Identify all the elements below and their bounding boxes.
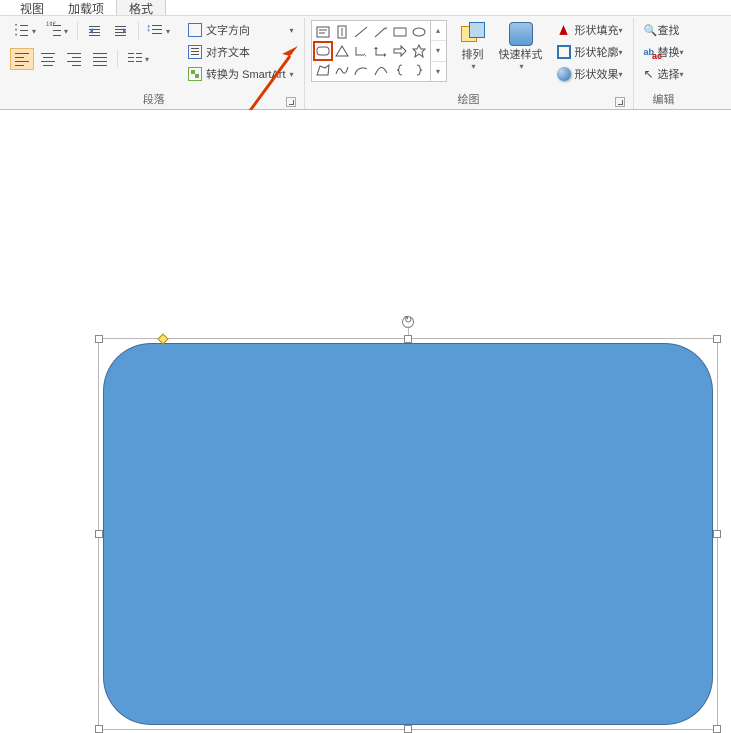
canvas[interactable]	[0, 110, 731, 630]
drawing-group-label: 绘图	[311, 91, 627, 109]
convert-smartart-label: 转换为 SmartArt	[206, 66, 285, 82]
group-paragraph: ▾ ▾ ▾	[4, 18, 305, 109]
quick-styles-button[interactable]: 快速样式 ▾	[493, 20, 549, 73]
ribbon: ▾ ▾ ▾	[0, 16, 731, 110]
quick-styles-label: 快速样式	[499, 46, 543, 62]
arrange-icon	[459, 22, 487, 46]
shapes-gallery[interactable]: ▴ ▾ ▾	[311, 20, 447, 82]
shape-curve[interactable]	[371, 61, 390, 80]
shape-left-brace[interactable]	[390, 61, 409, 80]
convert-smartart-button[interactable]: 转换为 SmartArt ▾	[184, 64, 297, 84]
resize-handle-br[interactable]	[713, 725, 721, 733]
quick-styles-icon	[509, 22, 533, 46]
select-label: 选择	[658, 66, 680, 82]
resize-handle-bm[interactable]	[404, 725, 412, 733]
tab-format[interactable]: 格式	[116, 0, 166, 15]
paragraph-group-label: 段落	[10, 91, 298, 109]
shape-outline-icon	[557, 45, 571, 59]
shape-effects-icon	[557, 67, 571, 81]
replace-icon	[644, 46, 658, 58]
shape-freeform[interactable]	[313, 61, 333, 80]
find-button[interactable]: 查找	[640, 20, 688, 40]
shape-scribble[interactable]	[333, 61, 352, 80]
shape-fill-icon	[557, 23, 571, 37]
increase-indent-button[interactable]	[109, 20, 133, 42]
resize-handle-ml[interactable]	[95, 530, 103, 538]
shape-rectangle[interactable]	[390, 22, 409, 41]
shape-textbox[interactable]	[313, 22, 333, 41]
shape-fill-label: 形状填充	[575, 22, 619, 38]
align-left-button[interactable]	[10, 48, 34, 70]
resize-handle-bl[interactable]	[95, 725, 103, 733]
resize-handle-tm[interactable]	[404, 335, 412, 343]
shape-right-brace[interactable]	[409, 61, 428, 80]
bullets-button[interactable]: ▾	[10, 20, 40, 42]
resize-handle-mr[interactable]	[713, 530, 721, 538]
align-text-button[interactable]: 对齐文本 ▾	[184, 42, 297, 62]
shape-arc[interactable]	[352, 61, 371, 80]
align-center-button[interactable]	[36, 48, 60, 70]
arrange-label: 排列	[462, 46, 484, 62]
select-icon	[644, 67, 658, 81]
shape-triangle[interactable]	[333, 41, 352, 60]
resize-handle-tl[interactable]	[95, 335, 103, 343]
drawing-dialog-launcher[interactable]	[615, 97, 625, 107]
line-spacing-button[interactable]: ▾	[144, 20, 174, 42]
smartart-icon	[188, 67, 202, 81]
shape-elbow-double-arrow[interactable]	[371, 41, 390, 60]
shape-arrow-line[interactable]	[371, 22, 390, 41]
shape-fill-button[interactable]: 形状填充 ▾	[553, 20, 627, 40]
align-text-label: 对齐文本	[206, 44, 250, 60]
shape-line[interactable]	[352, 22, 371, 41]
align-justify-button[interactable]	[88, 48, 112, 70]
rotate-handle[interactable]	[402, 316, 414, 328]
tab-view[interactable]: 视图	[8, 0, 56, 15]
replace-button[interactable]: 替换 ▾	[640, 42, 688, 62]
selection-outline	[98, 338, 718, 730]
find-icon	[644, 24, 658, 37]
shape-outline-button[interactable]: 形状轮廓 ▾	[553, 42, 627, 62]
resize-handle-tr[interactable]	[713, 335, 721, 343]
align-text-icon	[188, 45, 202, 59]
group-drawing: ▴ ▾ ▾ 排列 ▾ 快速样式 ▾ 形状填充 ▾	[305, 18, 634, 109]
selected-rounded-rectangle[interactable]	[98, 338, 718, 730]
editing-group-label: 编辑	[640, 91, 688, 109]
align-right-button[interactable]	[62, 48, 86, 70]
shape-textbox-vertical[interactable]	[333, 22, 352, 41]
shape-star[interactable]	[409, 41, 428, 60]
shape-block-arrow-right[interactable]	[390, 41, 409, 60]
arrange-button[interactable]: 排列 ▾	[453, 20, 493, 73]
rounded-rectangle-shape[interactable]	[103, 343, 713, 725]
shape-oval[interactable]	[409, 22, 428, 41]
shape-elbow-arrow[interactable]	[352, 41, 371, 60]
numbering-button[interactable]: ▾	[42, 20, 72, 42]
paragraph-dialog-launcher[interactable]	[286, 97, 296, 107]
columns-button[interactable]: ▾	[123, 48, 153, 70]
shape-effects-label: 形状效果	[575, 66, 619, 82]
text-direction-icon	[188, 23, 202, 37]
tab-addin[interactable]: 加载项	[56, 0, 116, 15]
group-editing: 查找 替换 ▾ 选择 ▾ 编辑	[634, 18, 694, 109]
gallery-scroll-down[interactable]: ▾	[431, 41, 446, 61]
shape-rounded-rectangle[interactable]	[313, 41, 333, 60]
gallery-scroll-up[interactable]: ▴	[431, 21, 446, 41]
text-direction-label: 文字方向	[206, 22, 250, 38]
shape-effects-button[interactable]: 形状效果 ▾	[553, 64, 627, 84]
gallery-expand[interactable]: ▾	[431, 62, 446, 81]
shape-outline-label: 形状轮廓	[575, 44, 619, 60]
find-label: 查找	[658, 22, 680, 38]
decrease-indent-button[interactable]	[83, 20, 107, 42]
text-direction-button[interactable]: 文字方向 ▾	[184, 20, 297, 40]
select-button[interactable]: 选择 ▾	[640, 64, 688, 84]
